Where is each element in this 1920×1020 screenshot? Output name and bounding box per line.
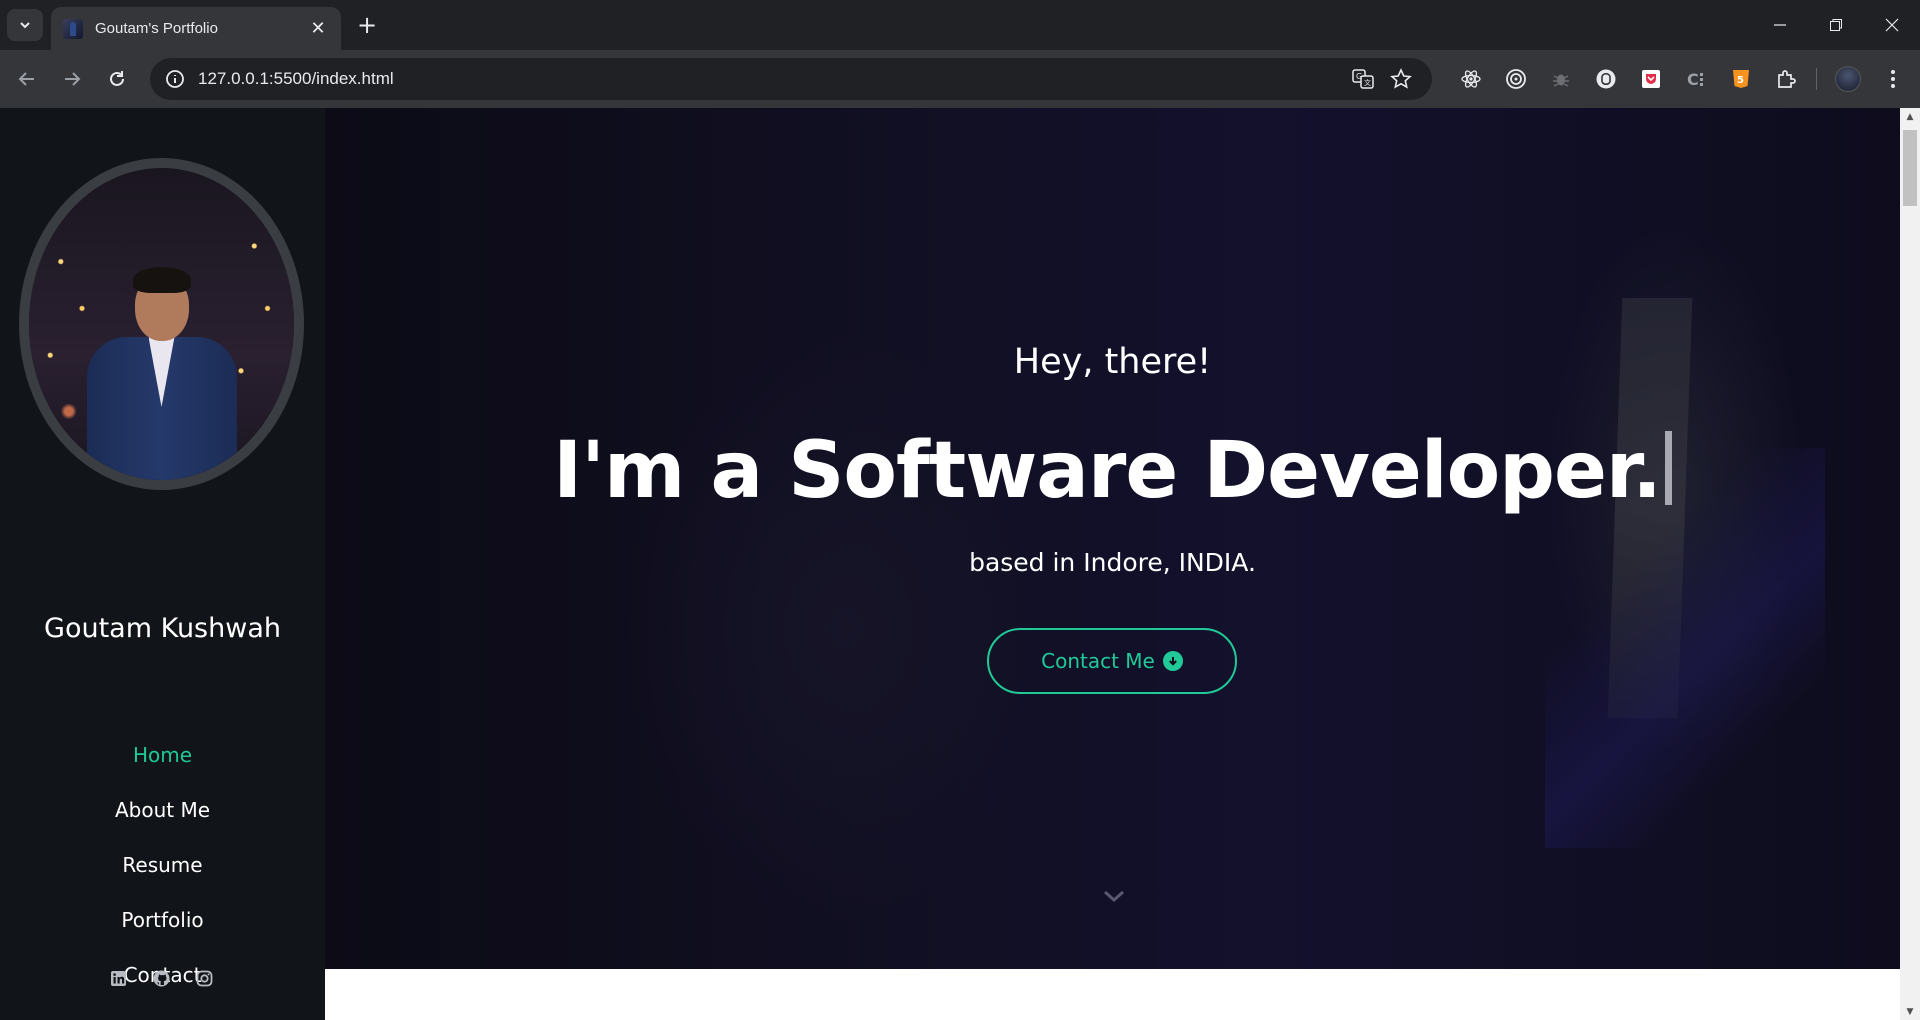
- active-tab[interactable]: Goutam's Portfolio ✕: [51, 7, 341, 50]
- sidebar: Goutam Kushwah Home About Me Resume Port…: [0, 108, 325, 1020]
- github-icon: [153, 970, 170, 987]
- page-scrollbar[interactable]: ▲ ▼: [1900, 108, 1920, 1020]
- url-text[interactable]: 127.0.0.1:5500/index.html: [198, 69, 1352, 89]
- restore-icon: [1830, 19, 1842, 31]
- puzzle-icon: [1777, 70, 1796, 88]
- new-tab-button[interactable]: +: [352, 10, 382, 40]
- page-viewport: Goutam Kushwah Home About Me Resume Port…: [0, 108, 1900, 1020]
- profile-name: Goutam Kushwah: [44, 613, 281, 644]
- hero-headline: I'm a Software Developer.: [325, 426, 1900, 516]
- svg-text:G: G: [1356, 72, 1362, 81]
- sidebar-nav: Home About Me Resume Portfolio Contact: [0, 728, 325, 1003]
- hero-section: Hey, there! I'm a Software Developer. ba…: [325, 108, 1900, 969]
- tab-title: Goutam's Portfolio: [95, 20, 218, 37]
- bookmark-star-icon[interactable]: [1390, 68, 1412, 90]
- pocket-extension[interactable]: [1628, 63, 1673, 95]
- openai-icon: [1596, 69, 1615, 89]
- arrow-right-icon: [65, 72, 81, 86]
- extensions-menu-button[interactable]: [1763, 63, 1808, 95]
- bug-icon: [1552, 74, 1569, 87]
- extensions-row: C 5: [1448, 63, 1915, 95]
- css-peeper-extension[interactable]: C: [1673, 63, 1718, 95]
- scroll-down-button[interactable]: [1102, 887, 1126, 905]
- code-icon: C: [1687, 70, 1703, 89]
- pocket-icon: [1641, 70, 1660, 88]
- target-extension[interactable]: [1493, 63, 1538, 95]
- svg-text:C: C: [1687, 70, 1699, 89]
- sidebar-item-portfolio[interactable]: Portfolio: [0, 893, 325, 948]
- minimize-icon: [1774, 24, 1786, 26]
- html5-icon: 5: [1732, 70, 1749, 88]
- chevron-down-icon: [20, 22, 30, 29]
- info-icon: [166, 70, 184, 88]
- svg-text:文: 文: [1364, 78, 1371, 87]
- profile-avatar: [1834, 66, 1861, 92]
- chevron-down-icon: [1104, 890, 1124, 903]
- react-devtools-extension[interactable]: [1448, 63, 1493, 95]
- close-window-button[interactable]: [1864, 0, 1920, 50]
- back-button[interactable]: [11, 63, 43, 95]
- restore-button[interactable]: [1808, 0, 1864, 50]
- minimize-button[interactable]: [1752, 0, 1808, 50]
- bug-extension[interactable]: [1538, 63, 1583, 95]
- scroll-up-arrow-icon[interactable]: ▲: [1900, 108, 1920, 125]
- forward-button[interactable]: [56, 63, 88, 95]
- reload-icon: [110, 71, 124, 86]
- instagram-link[interactable]: [196, 970, 213, 987]
- linkedin-icon: [111, 971, 126, 986]
- sidebar-item-resume[interactable]: Resume: [0, 838, 325, 893]
- arrow-down-circle-icon: [1162, 651, 1183, 671]
- contact-me-label: Contact Me: [1041, 649, 1155, 673]
- github-link[interactable]: [153, 970, 170, 987]
- sidebar-item-home[interactable]: Home: [0, 728, 325, 783]
- window-controls: [1752, 0, 1920, 50]
- toolbar-divider: [1816, 68, 1817, 90]
- react-icon: [1460, 70, 1481, 88]
- hero-content: Hey, there! I'm a Software Developer. ba…: [325, 108, 1900, 969]
- arrow-left-icon: [18, 72, 34, 86]
- linkedin-link[interactable]: [110, 970, 127, 987]
- target-icon: [1505, 69, 1526, 89]
- site-info-button[interactable]: [154, 58, 196, 100]
- tab-search-button[interactable]: [7, 9, 43, 41]
- profile-button[interactable]: [1825, 63, 1870, 95]
- typing-caret: [1664, 431, 1672, 505]
- hero-greeting: Hey, there!: [1013, 342, 1212, 382]
- close-icon: [1885, 18, 1899, 32]
- hero-location: based in Indore, INDIA.: [969, 548, 1256, 577]
- scroll-down-arrow-icon[interactable]: ▼: [1900, 1003, 1920, 1020]
- browser-toolbar: 127.0.0.1:5500/index.html G文 C 5: [0, 50, 1920, 108]
- reload-button[interactable]: [101, 63, 133, 95]
- address-bar[interactable]: 127.0.0.1:5500/index.html G文: [150, 58, 1432, 100]
- html5-extension[interactable]: 5: [1718, 63, 1763, 95]
- translate-icon[interactable]: G文: [1352, 68, 1374, 90]
- browser-menu-button[interactable]: [1870, 63, 1915, 95]
- instagram-icon: [196, 970, 213, 987]
- tab-favicon-icon: [63, 18, 83, 39]
- contact-me-button[interactable]: Contact Me: [987, 628, 1237, 694]
- svg-text:5: 5: [1737, 75, 1744, 86]
- hero-headline-text: I'm a Software Developer.: [553, 426, 1662, 516]
- sidebar-item-about-me[interactable]: About Me: [0, 783, 325, 838]
- kebab-menu-icon: [1890, 70, 1895, 88]
- openai-extension[interactable]: [1583, 63, 1628, 95]
- browser-tab-strip: Goutam's Portfolio ✕ +: [0, 0, 1920, 50]
- tab-close-icon[interactable]: ✕: [307, 18, 329, 39]
- scrollbar-thumb[interactable]: [1903, 130, 1917, 206]
- profile-photo: [19, 158, 304, 490]
- social-links: [110, 970, 213, 987]
